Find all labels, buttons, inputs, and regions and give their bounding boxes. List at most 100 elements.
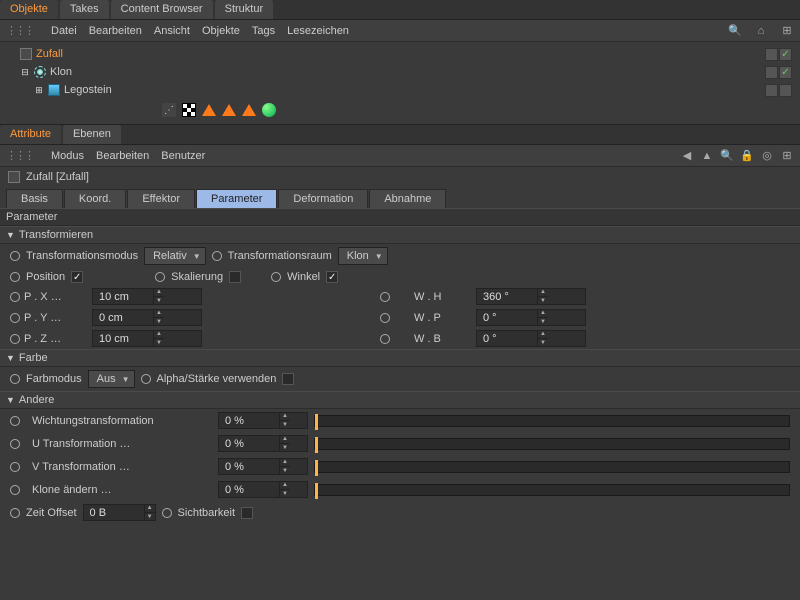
spinner[interactable]: ▲▼: [279, 458, 290, 475]
tab-struktur[interactable]: Struktur: [215, 0, 275, 19]
expand-icon[interactable]: ⊞: [780, 149, 794, 163]
menu-benutzer[interactable]: Benutzer: [161, 150, 205, 162]
anim-ring-icon[interactable]: [10, 334, 20, 344]
expand-icon[interactable]: ⊞: [780, 24, 794, 38]
nav-back-icon[interactable]: ◀: [680, 149, 694, 163]
slider-klone-aendern[interactable]: [314, 484, 790, 496]
warning-icon[interactable]: [242, 104, 256, 116]
slider-handle[interactable]: [315, 460, 318, 476]
dropdown-transformspace[interactable]: Klon ▼: [338, 247, 388, 265]
toggle-visibility[interactable]: [765, 48, 778, 61]
tab-objekte[interactable]: Objekte: [0, 0, 59, 19]
field-py[interactable]: ▲▼: [92, 309, 202, 326]
field-wp[interactable]: ▲▼: [476, 309, 586, 326]
field-pz[interactable]: ▲▼: [92, 330, 202, 347]
spinner[interactable]: ▲▼: [537, 309, 548, 326]
ptab-parameter[interactable]: Parameter: [196, 189, 277, 208]
target-icon[interactable]: ◎: [760, 149, 774, 163]
anim-ring-icon[interactable]: [10, 272, 20, 282]
slider-handle[interactable]: [315, 437, 318, 453]
anim-ring-icon[interactable]: [380, 313, 390, 323]
section-farbe[interactable]: ▼ Farbe: [0, 349, 800, 367]
slider-wichtung[interactable]: [314, 415, 790, 427]
section-andere[interactable]: ▼ Andere: [0, 391, 800, 409]
tab-attribute[interactable]: Attribute: [0, 125, 62, 144]
toggle-visibility[interactable]: [765, 84, 778, 97]
toggle-enable[interactable]: ✓: [779, 48, 792, 61]
spinner[interactable]: ▲▼: [279, 481, 290, 498]
tree-item-klon[interactable]: ⊟ Klon ✓: [2, 63, 798, 81]
anim-ring-icon[interactable]: [212, 251, 222, 261]
menu-bearbeiten[interactable]: Bearbeiten: [89, 25, 142, 37]
spinner[interactable]: ▲▼: [537, 288, 548, 305]
section-transformieren[interactable]: ▼ Transformieren: [0, 226, 800, 244]
warning-icon[interactable]: [202, 104, 216, 116]
material-tag-icon[interactable]: [262, 103, 276, 117]
spinner[interactable]: ▲▼: [279, 412, 290, 429]
slider-v-transform[interactable]: [314, 461, 790, 473]
menu-bearbeiten-attr[interactable]: Bearbeiten: [96, 150, 149, 162]
tab-content-browser[interactable]: Content Browser: [111, 0, 214, 19]
field-zeit-offset[interactable]: ▲▼: [83, 504, 156, 521]
anim-ring-icon[interactable]: [10, 508, 20, 518]
spinner[interactable]: ▲▼: [537, 330, 548, 347]
field-klone-aendern[interactable]: ▲▼: [218, 481, 308, 498]
lock-icon[interactable]: 🔒: [740, 149, 754, 163]
anim-ring-icon[interactable]: [10, 485, 20, 495]
ptab-deformation[interactable]: Deformation: [278, 189, 368, 208]
home-icon[interactable]: ⌂: [754, 24, 768, 38]
field-u-transform[interactable]: ▲▼: [218, 435, 308, 452]
spinner[interactable]: ▲▼: [153, 330, 164, 347]
field-wichtung[interactable]: ▲▼: [218, 412, 308, 429]
search-icon[interactable]: 🔍: [728, 24, 742, 38]
anim-ring-icon[interactable]: [162, 508, 172, 518]
tab-takes[interactable]: Takes: [60, 0, 110, 19]
dropdown-transformmode[interactable]: Relativ ▼: [144, 247, 206, 265]
dropdown-farbmodus[interactable]: Aus ▼: [88, 370, 135, 388]
slider-handle[interactable]: [315, 414, 318, 430]
tree-item-zufall[interactable]: Zufall ✓: [2, 45, 798, 63]
anim-ring-icon[interactable]: [10, 313, 20, 323]
checkbox-position[interactable]: ✓: [71, 271, 83, 283]
toggle-render[interactable]: [779, 84, 792, 97]
slider-handle[interactable]: [315, 483, 318, 499]
expander-icon[interactable]: ⊟: [20, 67, 30, 77]
grip-icon[interactable]: ⋮⋮⋮: [6, 149, 33, 162]
anim-ring-icon[interactable]: [10, 251, 20, 261]
anim-ring-icon[interactable]: [271, 272, 281, 282]
menu-lesezeichen[interactable]: Lesezeichen: [287, 25, 349, 37]
anim-ring-icon[interactable]: [10, 439, 20, 449]
field-wh[interactable]: ▲▼: [476, 288, 586, 305]
spinner[interactable]: ▲▼: [144, 504, 155, 521]
field-wb[interactable]: ▲▼: [476, 330, 586, 347]
grip-icon[interactable]: ⋮⋮⋮: [6, 24, 33, 37]
menu-ansicht[interactable]: Ansicht: [154, 25, 190, 37]
anim-ring-icon[interactable]: [141, 374, 151, 384]
warning-icon[interactable]: [222, 104, 236, 116]
tree-item-legostein[interactable]: ⊞ Legostein: [2, 81, 798, 99]
field-v-transform[interactable]: ▲▼: [218, 458, 308, 475]
spinner[interactable]: ▲▼: [279, 435, 290, 452]
spinner[interactable]: ▲▼: [153, 288, 164, 305]
texture-tag-icon[interactable]: [182, 103, 196, 117]
ptab-koord[interactable]: Koord.: [64, 189, 126, 208]
slider-u-transform[interactable]: [314, 438, 790, 450]
anim-ring-icon[interactable]: [10, 462, 20, 472]
more-icon[interactable]: ⋰: [162, 103, 176, 117]
nav-up-icon[interactable]: ▲: [700, 149, 714, 163]
menu-tags[interactable]: Tags: [252, 25, 275, 37]
ptab-basis[interactable]: Basis: [6, 189, 63, 208]
menu-modus[interactable]: Modus: [51, 150, 84, 162]
checkbox-sichtbarkeit[interactable]: [241, 507, 253, 519]
toggle-enable[interactable]: ✓: [779, 66, 792, 79]
menu-datei[interactable]: Datei: [51, 25, 77, 37]
anim-ring-icon[interactable]: [10, 292, 20, 302]
anim-ring-icon[interactable]: [10, 416, 20, 426]
checkbox-winkel[interactable]: ✓: [326, 271, 338, 283]
spinner[interactable]: ▲▼: [153, 309, 164, 326]
search-icon[interactable]: 🔍: [720, 149, 734, 163]
anim-ring-icon[interactable]: [10, 374, 20, 384]
expander-icon[interactable]: [6, 49, 16, 59]
field-px[interactable]: ▲▼: [92, 288, 202, 305]
expander-icon[interactable]: ⊞: [34, 85, 44, 95]
